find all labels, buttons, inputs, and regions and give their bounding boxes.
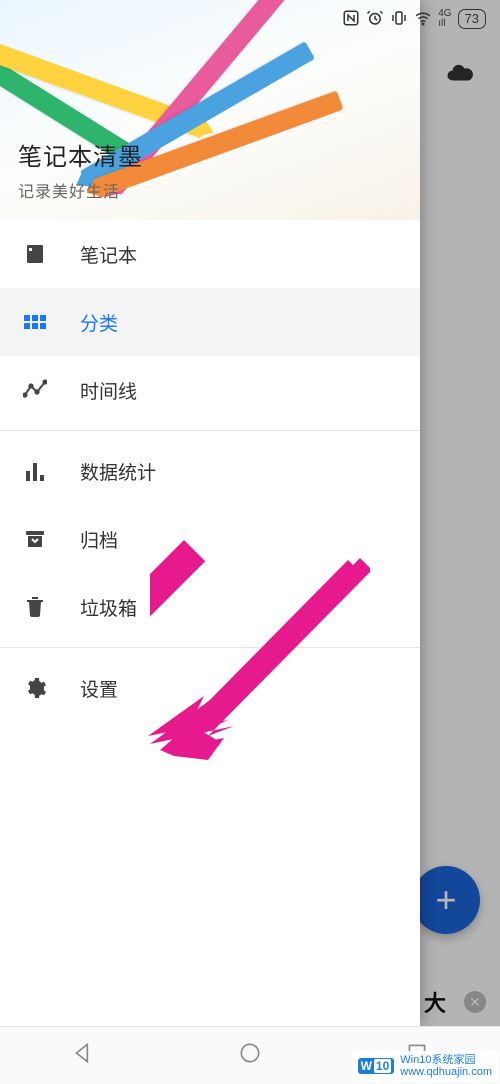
- menu-item-notebook[interactable]: 笔记本: [0, 220, 420, 288]
- nav-back-button[interactable]: [70, 1040, 96, 1071]
- notebook-icon: [22, 241, 48, 267]
- menu-label: 垃圾箱: [80, 594, 137, 621]
- nav-home-button[interactable]: [237, 1040, 263, 1071]
- menu-label: 笔记本: [80, 241, 137, 268]
- menu-item-archive[interactable]: 归档: [0, 505, 420, 573]
- trash-icon: [22, 594, 48, 620]
- menu-divider: [0, 647, 420, 648]
- gear-icon: [22, 675, 48, 701]
- battery-level: 73: [458, 9, 486, 29]
- nfc-icon: [342, 9, 360, 30]
- menu-item-categories[interactable]: 分类: [0, 288, 420, 356]
- watermark: W10 Win10系统家园 www.qdhuajin.com: [352, 1051, 498, 1082]
- signal-4g-icon: 4Gıll: [438, 9, 451, 29]
- wm-w: W: [361, 1059, 372, 1073]
- grid-icon: [22, 309, 48, 335]
- menu-label: 数据统计: [80, 458, 156, 485]
- menu-label: 时间线: [80, 377, 137, 404]
- drawer-menu: 笔记本 分类 时间线 数据统计: [0, 220, 420, 1026]
- app-title: 笔记本清墨: [18, 137, 143, 172]
- menu-divider: [0, 430, 420, 431]
- bar-chart-icon: [22, 458, 48, 484]
- menu-label: 设置: [80, 675, 118, 702]
- vibrate-icon: [390, 9, 408, 30]
- menu-label: 分类: [80, 309, 118, 336]
- menu-item-settings[interactable]: 设置: [0, 654, 420, 722]
- wm-10: 10: [374, 1059, 391, 1073]
- timeline-icon: [22, 377, 48, 403]
- menu-item-timeline[interactable]: 时间线: [0, 356, 420, 424]
- alarm-icon: [366, 9, 384, 30]
- watermark-line2: www.qdhuajin.com: [400, 1066, 492, 1079]
- watermark-line1: Win10系统家园: [400, 1054, 492, 1067]
- wifi-icon: [414, 9, 432, 30]
- status-bar: 4Gıll 73: [0, 0, 500, 38]
- menu-item-stats[interactable]: 数据统计: [0, 437, 420, 505]
- menu-label: 归档: [80, 526, 118, 553]
- app-subtitle: 记录美好生活: [18, 178, 143, 202]
- menu-item-trash[interactable]: 垃圾箱: [0, 573, 420, 641]
- navigation-drawer: 笔记本清墨 记录美好生活 笔记本 分类 时间线: [0, 0, 420, 1026]
- archive-icon: [22, 526, 48, 552]
